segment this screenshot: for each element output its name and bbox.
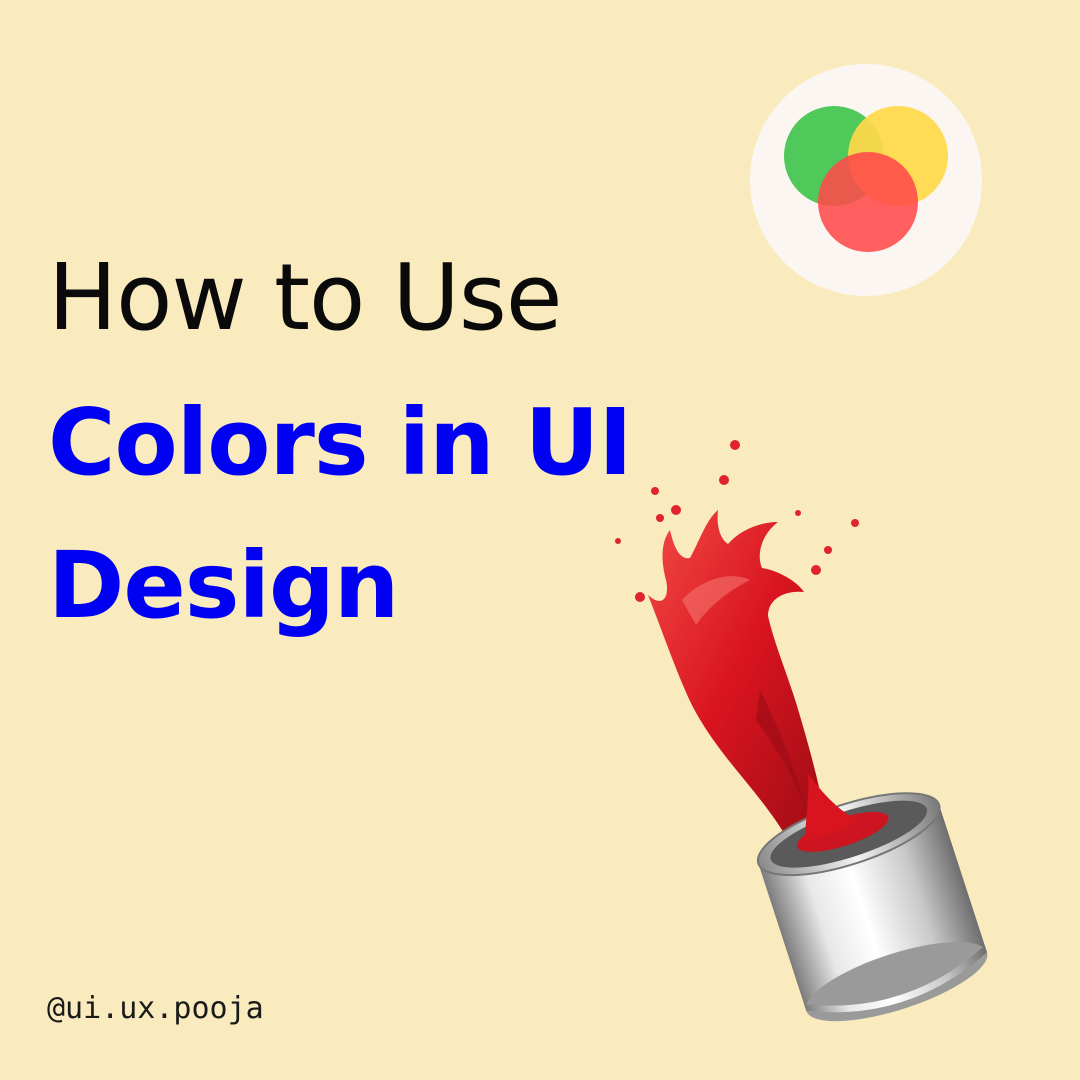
headline-line-3: Design	[48, 532, 399, 639]
headline-line-2: Colors in UI	[48, 389, 633, 496]
color-circles-logo-icon	[750, 64, 982, 296]
author-handle: @ui.ux.pooja	[47, 991, 264, 1026]
paint-can-splash-icon	[600, 430, 1030, 1060]
headline-line-1: How to Use	[48, 244, 562, 351]
